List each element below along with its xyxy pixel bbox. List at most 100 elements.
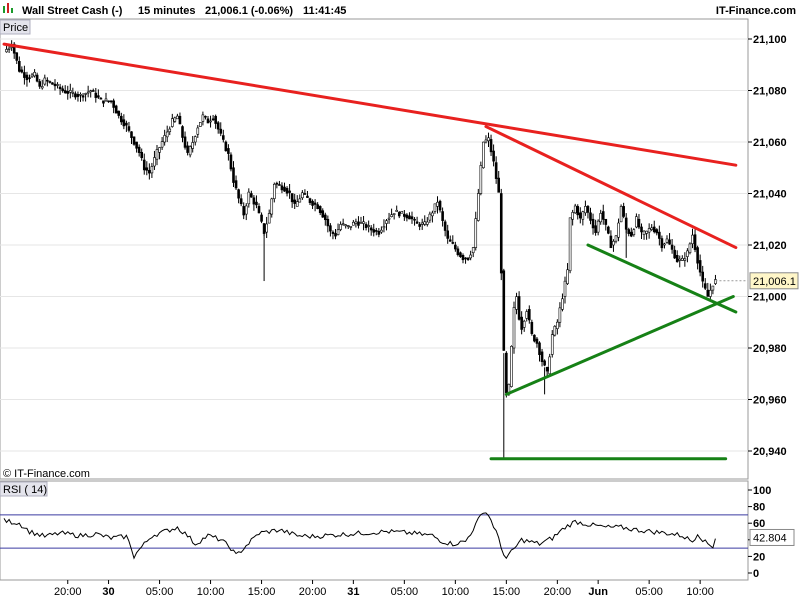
candle-body bbox=[125, 122, 128, 126]
candle-body bbox=[316, 204, 319, 210]
candle-body bbox=[224, 141, 228, 152]
time-tick-label: 05:00 bbox=[391, 586, 419, 598]
candle-body bbox=[38, 81, 42, 87]
candle-body bbox=[265, 223, 268, 233]
candle-body bbox=[91, 90, 95, 92]
candle-body bbox=[545, 367, 549, 372]
time-tick-label: 20:00 bbox=[299, 586, 327, 598]
time-tick-label: 31 bbox=[347, 586, 359, 598]
candle-body bbox=[403, 213, 406, 217]
candle-body bbox=[153, 157, 156, 167]
candle-body bbox=[61, 88, 64, 92]
candle-body bbox=[176, 115, 179, 120]
candle-body bbox=[74, 93, 77, 98]
price-tick-label: 20,980 bbox=[753, 343, 787, 355]
candle-body bbox=[293, 199, 297, 204]
candle-body bbox=[278, 184, 281, 186]
candle-body bbox=[99, 97, 103, 100]
candle-body bbox=[601, 211, 605, 220]
candle-body bbox=[250, 193, 253, 198]
candle-body bbox=[464, 257, 467, 260]
candle-body bbox=[97, 95, 100, 98]
candle-body bbox=[670, 244, 674, 250]
candle-body bbox=[290, 193, 294, 203]
time-tick-label: 10:00 bbox=[197, 586, 225, 598]
candle-body bbox=[247, 191, 251, 205]
candle-body bbox=[311, 200, 314, 206]
candle-body bbox=[120, 115, 123, 123]
candle-body bbox=[395, 209, 399, 212]
candle-body bbox=[499, 193, 503, 274]
candle-body bbox=[471, 247, 475, 254]
candle-body bbox=[173, 117, 177, 122]
candle-body bbox=[563, 280, 567, 297]
candle-body bbox=[408, 215, 411, 220]
candle-body bbox=[698, 260, 702, 273]
candle-body bbox=[390, 214, 393, 217]
candle-body bbox=[367, 225, 370, 227]
candle-body bbox=[425, 221, 429, 225]
candle-body bbox=[94, 92, 98, 98]
candle-body bbox=[640, 226, 643, 233]
instrument-name: Wall Street Cash (-) bbox=[22, 5, 123, 17]
candle-body bbox=[553, 326, 557, 336]
candle bbox=[533, 334, 536, 343]
candle-body bbox=[550, 334, 554, 355]
timeframe-label: 15 minutes bbox=[138, 5, 195, 17]
candle-body bbox=[443, 221, 447, 231]
candle-body bbox=[104, 98, 108, 102]
candle-body bbox=[303, 193, 307, 195]
candle-body bbox=[586, 206, 590, 213]
candle bbox=[510, 345, 513, 388]
candle-body bbox=[58, 86, 62, 90]
candle-body bbox=[211, 118, 215, 121]
price-tick-label: 21,100 bbox=[753, 34, 787, 46]
candle-body bbox=[242, 206, 245, 216]
candle-body bbox=[25, 74, 29, 81]
candle-body bbox=[380, 229, 383, 233]
candle-body bbox=[573, 205, 577, 214]
candle-body bbox=[201, 114, 205, 122]
candle-body bbox=[522, 320, 526, 328]
candle-body bbox=[494, 162, 498, 179]
candle-body bbox=[609, 235, 613, 249]
candle-body bbox=[352, 221, 355, 226]
candle bbox=[224, 140, 228, 152]
brand-label: IT-Finance.com bbox=[716, 5, 796, 17]
candle-body bbox=[637, 218, 641, 228]
candle bbox=[459, 251, 462, 258]
candle bbox=[114, 104, 118, 114]
candle-body bbox=[418, 224, 421, 227]
candle-body bbox=[420, 222, 424, 225]
candle-body bbox=[543, 360, 546, 366]
rsi-value-label: 42.804 bbox=[753, 532, 787, 544]
candle bbox=[499, 188, 503, 281]
candle-body bbox=[663, 243, 666, 246]
candle-body bbox=[336, 229, 340, 236]
candle bbox=[568, 217, 572, 274]
candle-body bbox=[492, 150, 495, 162]
candle-body bbox=[63, 90, 67, 94]
candle-body bbox=[53, 83, 57, 87]
candle-body bbox=[204, 115, 207, 118]
candle-body bbox=[135, 141, 138, 149]
candle-body bbox=[415, 221, 419, 224]
candle-body bbox=[619, 206, 623, 223]
candle-body bbox=[665, 238, 669, 243]
candle-body bbox=[578, 212, 582, 219]
candle-body bbox=[51, 82, 54, 85]
candle-body bbox=[568, 217, 572, 272]
candle-body bbox=[397, 212, 401, 217]
candle-body bbox=[112, 100, 115, 108]
candle-body bbox=[186, 145, 189, 153]
candle-body bbox=[321, 210, 325, 218]
candle bbox=[502, 268, 506, 351]
candle-body bbox=[206, 118, 210, 124]
candle-body bbox=[216, 122, 220, 130]
candle-body bbox=[306, 195, 309, 198]
candle-body bbox=[688, 243, 692, 254]
candle bbox=[619, 204, 623, 223]
candle-body bbox=[645, 230, 648, 234]
candle-body bbox=[357, 221, 360, 226]
candle-body bbox=[107, 100, 110, 103]
